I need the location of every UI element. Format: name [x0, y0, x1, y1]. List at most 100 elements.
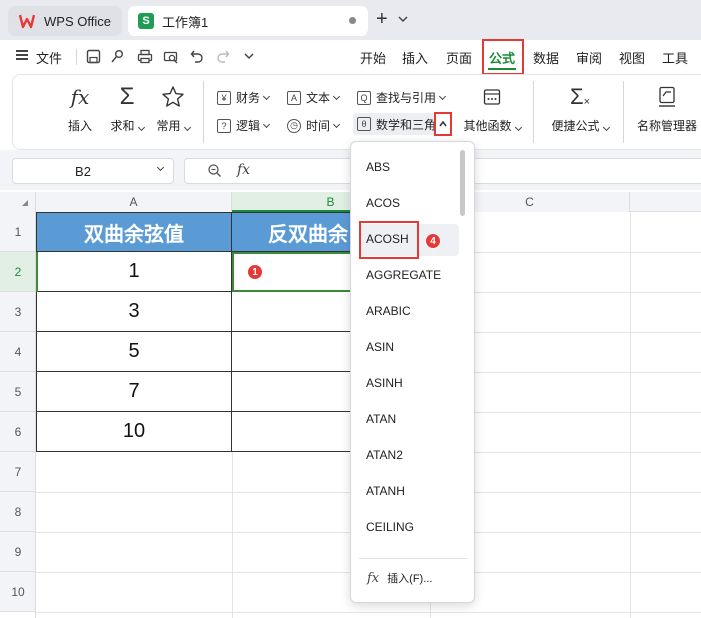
title-tab-bar: WPS Office S 工作簿1 +: [0, 0, 701, 40]
step-badge-4: 4: [425, 233, 441, 249]
divider: [203, 81, 204, 143]
function-item-atanh[interactable]: ATANH: [366, 484, 405, 498]
math-trig-functions-button[interactable]: θ 数学和三角: [353, 113, 441, 135]
finance-functions-button[interactable]: ¥ 财务: [217, 89, 271, 106]
name-manager-button[interactable]: 名称管理器: [635, 83, 699, 134]
menu-data[interactable]: 数据: [533, 48, 559, 67]
wps-logo-icon: [18, 12, 36, 30]
function-item-asinh[interactable]: ASINH: [366, 376, 403, 390]
row-header-5[interactable]: 5: [0, 372, 36, 412]
row-header-7[interactable]: 7: [0, 452, 36, 492]
cell-a6[interactable]: 10: [36, 412, 232, 452]
fx-icon: fx: [367, 570, 380, 586]
step-badge-1: 1: [247, 264, 263, 280]
insert-function-menu-item[interactable]: fx 插入(F)...: [367, 570, 432, 586]
chevron-down-icon[interactable]: [156, 163, 165, 172]
row-header-4[interactable]: 4: [0, 332, 36, 372]
dropdown-scrollbar[interactable]: [460, 150, 465, 216]
row-header-1[interactable]: 1: [0, 212, 36, 252]
clock-icon: ◷: [287, 118, 301, 133]
menu-review[interactable]: 审阅: [576, 48, 602, 67]
menu-view[interactable]: 视图: [619, 48, 645, 67]
insert-function-button[interactable]: fx 插入: [65, 83, 95, 134]
new-tab-plus-icon[interactable]: +: [376, 9, 388, 29]
divider: [623, 81, 624, 143]
cell-a5[interactable]: 7: [36, 372, 232, 412]
function-item-acos[interactable]: ACOS: [366, 196, 400, 210]
logic-icon: ?: [217, 118, 231, 133]
row-header-6[interactable]: 6: [0, 412, 36, 452]
function-item-ceiling[interactable]: CEILING: [366, 520, 414, 534]
function-item-atan2[interactable]: ATAN2: [366, 448, 403, 462]
math-trig-function-dropdown: ABS ACOS ACOSH AGGREGATE ARABIC ASIN ASI…: [350, 141, 475, 603]
fx-icon[interactable]: fx: [237, 162, 250, 178]
menu-home[interactable]: 开始: [360, 48, 386, 67]
quick-formula-button[interactable]: Σ × 便捷公式: [549, 83, 611, 134]
insert-function-label: 插入(F)...: [387, 573, 433, 585]
cell-a2[interactable]: 1: [36, 252, 232, 292]
quick-sigma-icon: Σ ×: [569, 84, 591, 109]
tab-wps-office[interactable]: WPS Office: [8, 6, 122, 36]
common-functions-button[interactable]: 常用: [153, 83, 193, 134]
tab-workbook[interactable]: S 工作簿1: [128, 6, 368, 36]
lookup-icon: Q: [357, 90, 371, 105]
function-item-atan[interactable]: ATAN: [366, 412, 396, 426]
function-item-aggregate[interactable]: AGGREGATE: [366, 268, 441, 282]
zoom-search-icon[interactable]: [207, 163, 222, 181]
save-icon[interactable]: [84, 47, 102, 65]
button-label: 插入: [67, 119, 92, 133]
logic-functions-button[interactable]: ? 逻辑: [217, 117, 271, 134]
share-icon[interactable]: [108, 47, 126, 65]
select-all-corner[interactable]: [0, 192, 36, 212]
function-item-asin[interactable]: ASIN: [366, 340, 394, 354]
other-functions-button[interactable]: 其他函数: [457, 83, 527, 134]
cell-a4[interactable]: 5: [36, 332, 232, 372]
row-header-10[interactable]: 10: [0, 572, 36, 612]
undo-icon[interactable]: [188, 47, 206, 65]
hamburger-menu-icon[interactable]: [16, 50, 28, 60]
button-label: 便捷公式: [551, 117, 610, 134]
name-manager-icon: [657, 83, 677, 111]
menu-file[interactable]: 文件: [36, 48, 62, 67]
print-preview-icon[interactable]: [162, 47, 180, 65]
cell-reference: B2: [75, 164, 91, 179]
math-trig-dropdown-arrow[interactable]: [434, 112, 452, 136]
text-functions-button[interactable]: A 文本: [287, 89, 341, 106]
redo-icon[interactable]: [214, 47, 232, 65]
menu-tools[interactable]: 工具: [662, 48, 688, 67]
button-label: 常用: [156, 117, 191, 134]
highlight-box-formula-tab: [482, 39, 524, 75]
row-header-8[interactable]: 8: [0, 492, 36, 532]
function-item-abs[interactable]: ABS: [366, 160, 390, 174]
lookup-functions-button[interactable]: Q 查找与引用: [357, 89, 447, 106]
autosum-button[interactable]: Σ 求和: [109, 83, 145, 134]
column-header-a[interactable]: A: [36, 192, 232, 212]
more-functions-icon: [483, 83, 501, 111]
time-functions-button[interactable]: ◷ 时间: [287, 117, 341, 134]
menu-insert[interactable]: 插入: [402, 48, 428, 67]
more-chevron-down-icon[interactable]: [240, 47, 258, 65]
button-label: 名称管理器: [636, 119, 697, 133]
menu-bar: 文件 开始 插入 页面 公式 数据 审阅 视图 工具: [0, 40, 701, 72]
function-item-arabic[interactable]: ARABIC: [366, 304, 411, 318]
menu-page[interactable]: 页面: [446, 48, 472, 67]
tab-label: WPS Office: [44, 13, 111, 29]
divider: [76, 49, 77, 65]
row-header-3[interactable]: 3: [0, 292, 36, 332]
unsaved-dot-icon[interactable]: [349, 17, 356, 24]
fx-icon: fx: [70, 85, 90, 109]
tab-label: 工作簿1: [162, 14, 209, 30]
selection-edge: [36, 252, 38, 292]
print-icon[interactable]: [136, 47, 154, 65]
highlight-box-acosh: [359, 221, 419, 259]
sigma-icon: Σ: [119, 83, 135, 110]
math-icon: θ: [357, 117, 371, 131]
text-icon: A: [287, 90, 301, 105]
row-header-2[interactable]: 2: [0, 252, 36, 292]
gridline: [232, 452, 233, 618]
cell-a3[interactable]: 3: [36, 292, 232, 332]
cell-a1[interactable]: 双曲余弦值: [36, 212, 232, 252]
row-header-9[interactable]: 9: [0, 532, 36, 572]
chevron-down-icon[interactable]: [398, 14, 408, 24]
name-box[interactable]: B2: [12, 158, 174, 184]
